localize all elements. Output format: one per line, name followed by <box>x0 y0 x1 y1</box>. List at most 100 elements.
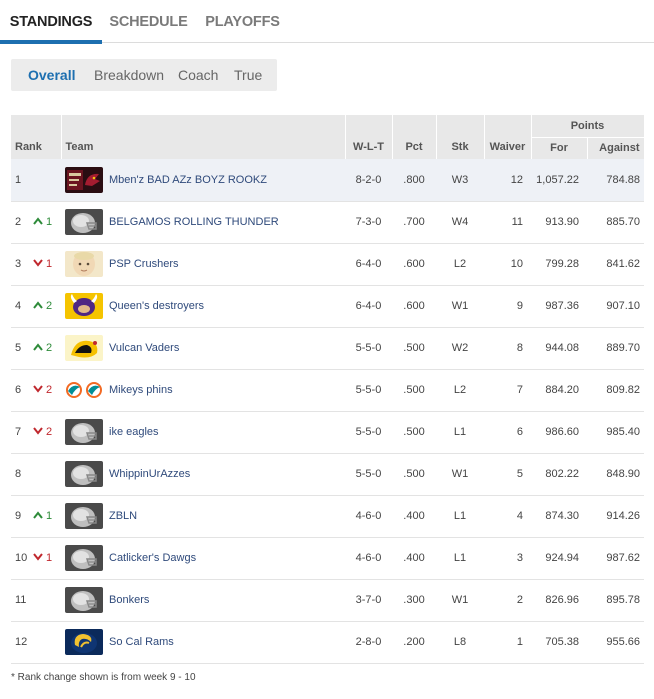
team-logo-icon[interactable] <box>65 419 103 445</box>
cell-streak: W2 <box>451 342 469 354</box>
team-name-link[interactable]: Queen's destroyers <box>109 300 204 312</box>
team-name-link[interactable]: ike eagles <box>109 426 159 438</box>
rank-change: 2 <box>46 300 53 312</box>
table-row[interactable]: 8 WhippinUrAzzes 5-5-0 .500 W1 5 802.22 … <box>11 453 644 495</box>
rank-number: 11 <box>15 594 27 606</box>
team-logo-icon[interactable] <box>65 629 103 655</box>
cell-wlt: 2-8-0 <box>355 636 382 648</box>
cell-team: Mikeys phins <box>61 369 345 411</box>
table-row[interactable]: 11 Bonkers 3-7-0 .300 W1 2 826.96 895.78 <box>11 579 644 621</box>
team-logo-icon[interactable] <box>65 335 103 361</box>
header-points-against[interactable]: Against <box>587 137 645 159</box>
tab-playoffs[interactable]: PLAYOFFS <box>195 0 290 43</box>
cell-wlt: 4-6-0 <box>355 510 382 522</box>
team-name-link[interactable]: Mben'z BAD AZz BOYZ ROOKZ <box>109 174 267 186</box>
team-name-link[interactable]: ZBLN <box>109 510 137 522</box>
rank-up-indicator: 1 <box>33 216 52 228</box>
header-wlt[interactable]: W-L-T <box>345 115 393 159</box>
rank-number: 1 <box>15 173 22 186</box>
tab-standings[interactable]: STANDINGS <box>0 0 102 44</box>
rank-up-indicator: 2 <box>33 300 52 312</box>
cell-streak: L1 <box>453 426 467 438</box>
team-name-link[interactable]: Mikeys phins <box>109 384 173 396</box>
cell-waiver: 11 <box>511 216 523 228</box>
cell-pct: .300 <box>403 594 425 606</box>
cell-waiver: 12 <box>510 173 523 186</box>
cell-points-for: 705.38 <box>545 636 579 648</box>
team-name-link[interactable]: BELGAMOS ROLLING THUNDER <box>109 216 279 228</box>
table-row[interactable]: 91 ZBLN 4-6-0 .400 L1 4 874.30 914.26 <box>11 495 644 537</box>
team-name-link[interactable]: Vulcan Vaders <box>109 342 179 354</box>
team-logo-icon[interactable] <box>65 293 103 319</box>
cell-rank: 1 <box>11 159 61 201</box>
cell-pct: .600 <box>403 300 425 312</box>
table-row[interactable]: 42 Queen's destroyers 6-4-0 .600 W1 9 98… <box>11 285 644 327</box>
cell-rank: 91 <box>11 495 61 537</box>
header-stk[interactable]: Stk <box>436 115 485 159</box>
cell-team: PSP Crushers <box>61 243 345 285</box>
tab-schedule[interactable]: SCHEDULE <box>102 0 195 43</box>
rank-down-indicator: 1 <box>33 552 52 564</box>
team-name-link[interactable]: So Cal Rams <box>109 636 174 648</box>
standings-subnav: Overall Breakdown Coach True <box>11 59 277 91</box>
team-name-link[interactable]: PSP Crushers <box>109 258 179 270</box>
table-row[interactable]: 1 Mben'z BAD AZz BOYZ ROOKZ 8-2-0 .800 W… <box>11 159 644 201</box>
cell-rank: 11 <box>11 579 61 621</box>
rank-number: 3 <box>15 258 22 270</box>
team-name-link[interactable]: Catlicker's Dawgs <box>109 552 196 564</box>
team-logo-icon[interactable] <box>65 209 103 235</box>
rank-number: 10 <box>15 552 28 564</box>
rank-number: 5 <box>15 342 22 354</box>
table-row[interactable]: 21 BELGAMOS ROLLING THUNDER 7-3-0 .700 W… <box>11 201 644 243</box>
table-row[interactable]: 10 1 Catlicker's Dawgs 4-6-0 .400 L1 3 92… <box>11 537 644 579</box>
rank-change: 1 <box>46 258 53 270</box>
cell-streak: L2 <box>453 384 467 396</box>
subnav-coach[interactable]: Coach <box>178 67 218 83</box>
cell-points-for: 924.94 <box>545 552 579 564</box>
cell-points-against: 889.70 <box>606 342 640 354</box>
rank-change: 1 <box>46 552 53 564</box>
rank-up-indicator: 2 <box>33 342 52 354</box>
rank-down-indicator: 1 <box>33 258 52 270</box>
cell-team: WhippinUrAzzes <box>61 453 345 495</box>
subnav-true[interactable]: True <box>234 67 262 83</box>
cell-points-for: 986.60 <box>545 426 579 438</box>
rank-change: 1 <box>46 216 53 228</box>
team-logo-icon[interactable] <box>65 461 103 487</box>
table-row[interactable]: 72 ike eagles 5-5-0 .500 L1 6 986.60 985… <box>11 411 644 453</box>
team-logo-icon[interactable] <box>65 587 103 613</box>
team-logo-icon[interactable] <box>65 377 103 403</box>
team-name-link[interactable]: WhippinUrAzzes <box>109 468 190 480</box>
header-points-for[interactable]: For <box>531 137 588 159</box>
table-row[interactable]: 62 Mikeys phins 5-5-0 .500 L2 7 884.20 8… <box>11 369 644 411</box>
table-row[interactable]: 12 So Cal Rams 2-8-0 .200 L8 1 705.38 95… <box>11 621 644 663</box>
cell-wlt: 7-3-0 <box>355 216 382 228</box>
cell-points-for: 826.96 <box>545 594 579 606</box>
header-rank[interactable]: Rank <box>11 115 62 159</box>
cell-points-against: 955.66 <box>606 636 640 648</box>
subnav-breakdown[interactable]: Breakdown <box>94 67 164 83</box>
rank-change: 2 <box>46 342 53 354</box>
cell-rank: 42 <box>11 285 61 327</box>
team-logo-icon[interactable] <box>65 251 103 277</box>
team-logo-icon[interactable] <box>65 166 103 193</box>
team-logo-icon[interactable] <box>65 545 103 571</box>
rank-up-indicator: 1 <box>33 510 52 522</box>
arrow-down-icon <box>33 258 46 270</box>
table-row[interactable]: 52 Vulcan Vaders 5-5-0 .500 W2 8 944.08 … <box>11 327 644 369</box>
cell-points-for: 874.30 <box>545 510 579 522</box>
subnav-overall[interactable]: Overall <box>28 67 75 83</box>
cell-pct: .600 <box>403 258 425 270</box>
cell-pct: .400 <box>403 552 425 564</box>
table-row[interactable]: 31 PSP Crushers 6-4-0 .600 L2 10 799.28 … <box>11 243 644 285</box>
header-waiver[interactable]: Waiver <box>484 115 532 159</box>
team-name-link[interactable]: Bonkers <box>109 594 149 606</box>
team-logo-icon[interactable] <box>65 503 103 529</box>
header-pct[interactable]: Pct <box>392 115 437 159</box>
cell-streak: L1 <box>453 510 467 522</box>
cell-pct: .500 <box>403 384 425 396</box>
cell-waiver: 10 <box>510 258 523 270</box>
cell-pct: .500 <box>403 468 425 480</box>
header-team[interactable]: Team <box>61 115 346 159</box>
cell-points-for: 884.20 <box>545 384 579 396</box>
